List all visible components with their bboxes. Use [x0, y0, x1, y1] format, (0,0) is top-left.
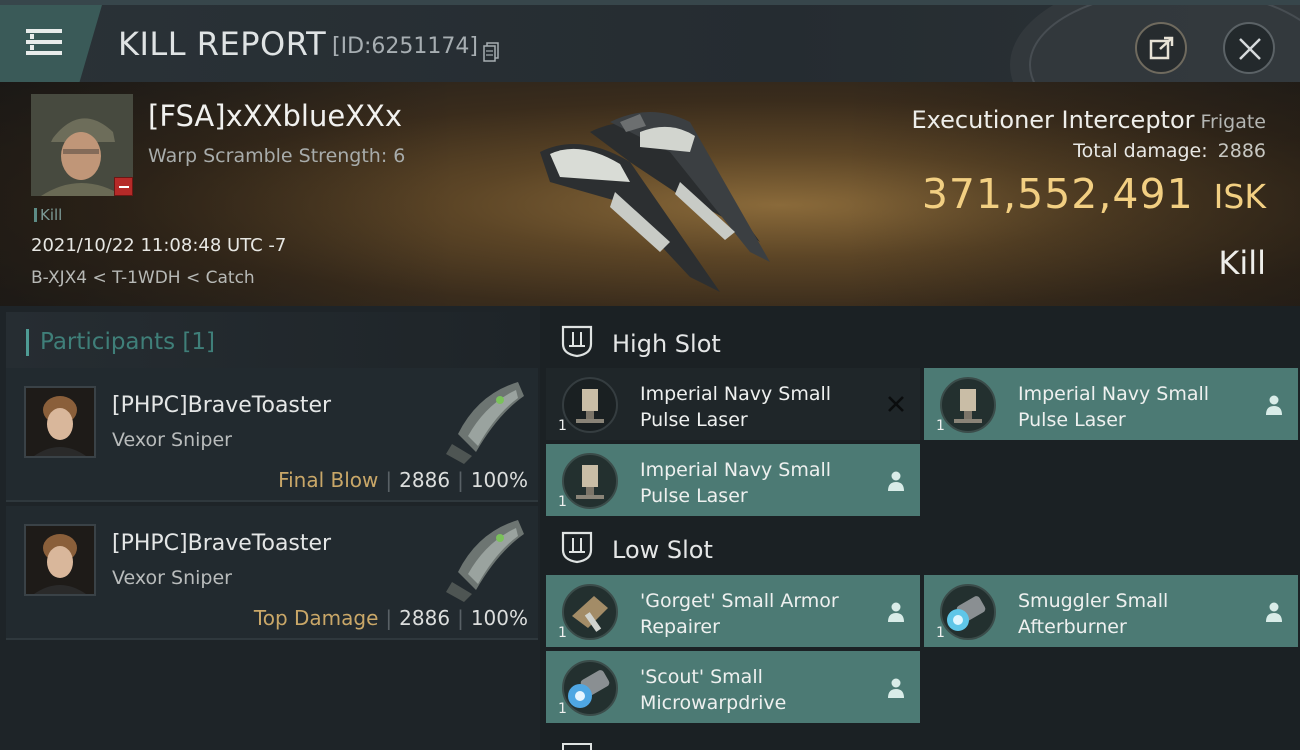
module-item[interactable]: 1 Imperial Navy Small Pulse Laser	[924, 368, 1298, 440]
isk-unit: ISK	[1213, 177, 1266, 216]
participant-ship: Vexor Sniper	[112, 429, 232, 451]
module-name: Imperial Navy Small Pulse Laser	[640, 383, 832, 431]
dropped-person-icon	[888, 471, 904, 491]
participant-percent: 100%	[470, 606, 528, 630]
participant-damage: 2886	[399, 606, 451, 630]
participant-card[interactable]: [PHPC]BraveToaster Vexor Sniper Top Dama…	[6, 506, 538, 640]
module-qty: 1	[558, 494, 567, 510]
close-button[interactable]	[1223, 22, 1275, 74]
participant-name: [PHPC]BraveToaster	[112, 393, 332, 418]
participants-header: Participants [1]	[6, 312, 538, 370]
low-slot-icon	[561, 531, 593, 564]
ship-class: Frigate	[1200, 111, 1266, 133]
warp-scramble-strength: Warp Scramble Strength: 6	[148, 145, 406, 167]
participant-ship: Vexor Sniper	[112, 567, 232, 589]
participant-stats: Final Blow | 2886 | 100%	[278, 468, 528, 492]
participants-title: Participants [1]	[40, 329, 215, 355]
low-slot-label: Low Slot	[612, 536, 713, 564]
participant-role: Final Blow	[278, 468, 379, 492]
participant-card[interactable]: [PHPC]BraveToaster Vexor Sniper Final Bl…	[6, 368, 538, 502]
page-title: KILL REPORT	[118, 25, 327, 63]
next-slot-header-partial	[546, 740, 1300, 750]
copy-icon[interactable]	[483, 42, 499, 62]
report-id: [ID:6251174]	[332, 34, 478, 59]
module-qty: 1	[936, 625, 945, 641]
module-name: 'Scout' Small Microwarpdrive	[640, 666, 787, 714]
microwarpdrive-icon	[562, 660, 618, 716]
afterburner-icon	[940, 584, 996, 640]
participant-role: Top Damage	[253, 606, 379, 630]
high-slot-header: High Slot	[546, 312, 1300, 372]
slot-icon	[562, 743, 592, 750]
high-slot-label: High Slot	[612, 330, 721, 358]
participants-panel: Participants [1] [PHPC]BraveToaster Vexo…	[0, 306, 540, 750]
module-item[interactable]: 1 Imperial Navy Small Pulse Laser	[546, 368, 920, 440]
participant-ship-icon	[446, 520, 524, 602]
dropped-person-icon	[1266, 395, 1282, 415]
module-name: Imperial Navy Small Pulse Laser	[1018, 383, 1210, 431]
isk-value: 371,552,491 ISK	[922, 170, 1266, 218]
title-bar: KILL REPORT [ID:6251174]	[0, 0, 1300, 87]
module-qty: 1	[558, 418, 567, 434]
participant-stats: Top Damage | 2886 | 100%	[253, 606, 528, 630]
participant-damage: 2886	[399, 468, 451, 492]
participant-avatar[interactable]	[24, 386, 96, 458]
armor-repairer-icon	[562, 584, 618, 640]
destroyed-icon	[888, 396, 904, 412]
dropped-person-icon	[888, 602, 904, 622]
pulse-laser-icon	[562, 377, 618, 433]
ship-name-label: Executioner Interceptor	[911, 106, 1195, 134]
kill-tag-label: Kill	[40, 206, 63, 224]
module-name: Smuggler Small Afterburner	[1018, 590, 1169, 638]
menu-button[interactable]	[0, 5, 102, 82]
isk-amount: 371,552,491	[921, 170, 1194, 218]
victim-ship[interactable]: Executioner Interceptor Frigate	[912, 106, 1266, 134]
victim-name[interactable]: [FSA]xXXblueXXx	[148, 99, 402, 133]
share-button[interactable]	[1135, 22, 1187, 74]
module-item[interactable]: 1 Smuggler Small Afterburner	[924, 575, 1298, 647]
kill-location: B-XJX4 < T-1WDH < Catch	[31, 268, 255, 288]
total-damage-label: Total damage:	[1073, 140, 1208, 162]
victim-ship-render	[540, 112, 770, 292]
module-item[interactable]: 1 Imperial Navy Small Pulse Laser	[546, 444, 920, 516]
kill-datetime: 2021/10/22 11:08:48 UTC -7	[31, 235, 287, 256]
participant-percent: 100%	[470, 468, 528, 492]
share-icon	[1149, 36, 1174, 60]
hamburger-menu-icon	[26, 29, 62, 55]
victim-banner: [FSA]xXXblueXXx Warp Scramble Strength: …	[0, 82, 1300, 306]
kill-tag: Kill	[34, 206, 62, 224]
total-damage-value: 2886	[1217, 140, 1266, 162]
pulse-laser-icon	[940, 377, 996, 433]
close-icon	[1239, 38, 1261, 60]
dropped-person-icon	[888, 678, 904, 698]
participant-ship-icon	[446, 382, 524, 464]
module-item[interactable]: 1 'Scout' Small Microwarpdrive	[546, 651, 920, 723]
participant-avatar[interactable]	[24, 524, 96, 596]
result-label: Kill	[1218, 244, 1266, 282]
participant-name: [PHPC]BraveToaster	[112, 531, 332, 556]
high-slot-icon	[561, 325, 593, 358]
fittings-panel: High Slot 1 Imperial Navy Small Pulse La…	[540, 306, 1300, 750]
module-qty: 1	[558, 701, 567, 717]
module-qty: 1	[936, 418, 945, 434]
module-item[interactable]: 1 'Gorget' Small Armor Repairer	[546, 575, 920, 647]
hostile-badge	[114, 177, 133, 196]
dropped-person-icon	[1266, 602, 1282, 622]
pulse-laser-icon	[562, 453, 618, 509]
module-name: 'Gorget' Small Armor Repairer	[640, 590, 839, 638]
module-name: Imperial Navy Small Pulse Laser	[640, 459, 832, 507]
module-qty: 1	[558, 625, 567, 641]
total-damage: Total damage: 2886	[1073, 140, 1266, 162]
low-slot-header: Low Slot	[546, 518, 1300, 578]
